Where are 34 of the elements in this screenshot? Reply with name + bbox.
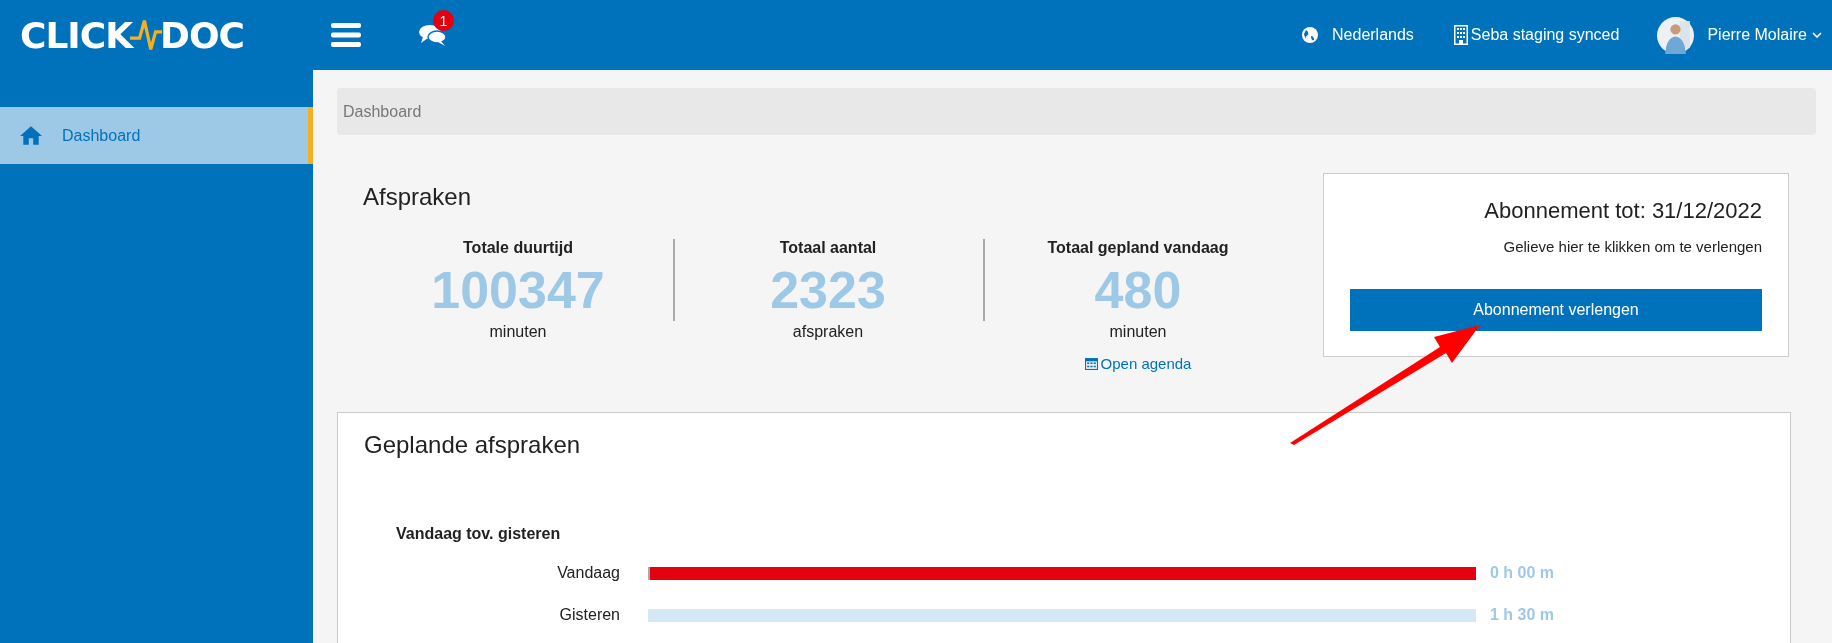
- open-agenda-link[interactable]: Open agenda: [1084, 355, 1192, 372]
- caret-icon: [1812, 32, 1822, 38]
- card-title: Geplande afspraken: [364, 431, 582, 459]
- stat-unit: minuten: [1109, 323, 1167, 341]
- bar-value: 1 h 30 m: [1490, 606, 1555, 624]
- stat-label: Totaal gepland vandaag: [1047, 239, 1229, 257]
- organization-link[interactable]: Seba staging synced: [1470, 26, 1620, 44]
- menu-icon[interactable]: [331, 23, 361, 47]
- sidebar-item[interactable]: Dashboard: [0, 107, 313, 164]
- stat-label: Totaal aantal: [779, 239, 877, 257]
- section-title: Afspraken: [363, 183, 473, 211]
- notification-badge: 1: [433, 10, 454, 31]
- logo: CLICK DOC: [19, 14, 245, 56]
- user-menu[interactable]: Pierre Molaire: [1707, 26, 1807, 44]
- stat-value: 2323: [770, 260, 886, 321]
- chart-subtitle: Vandaag tov. gisteren: [396, 525, 562, 543]
- stat-value: 480: [1094, 260, 1182, 321]
- bar-value: 0 h 00 m: [1490, 564, 1555, 582]
- bar-label: Gisteren: [558, 606, 620, 624]
- globe-icon: [1302, 27, 1319, 43]
- stat-value: 100347: [431, 260, 605, 321]
- stat-unit: afspraken: [792, 323, 864, 341]
- subscription-hint: Gelieve hier te klikken om te verlengen: [1502, 238, 1762, 255]
- stat-label: Totale duurtijd: [463, 239, 573, 257]
- bar-label: Vandaag: [556, 564, 620, 582]
- home-icon: [20, 126, 42, 145]
- building-icon: [1453, 25, 1468, 45]
- breadcrumb: Dashboard: [337, 88, 1816, 135]
- sidebar-label: Dashboard: [62, 126, 141, 145]
- language-link[interactable]: Nederlands: [1332, 26, 1414, 44]
- subscription-title: Abonnement tot: 31/12/2022: [1483, 198, 1762, 224]
- calendar-icon: [1084, 357, 1098, 370]
- renew-button[interactable]: Abonnement verlengen: [1350, 289, 1762, 331]
- stat-unit: minuten: [489, 323, 547, 341]
